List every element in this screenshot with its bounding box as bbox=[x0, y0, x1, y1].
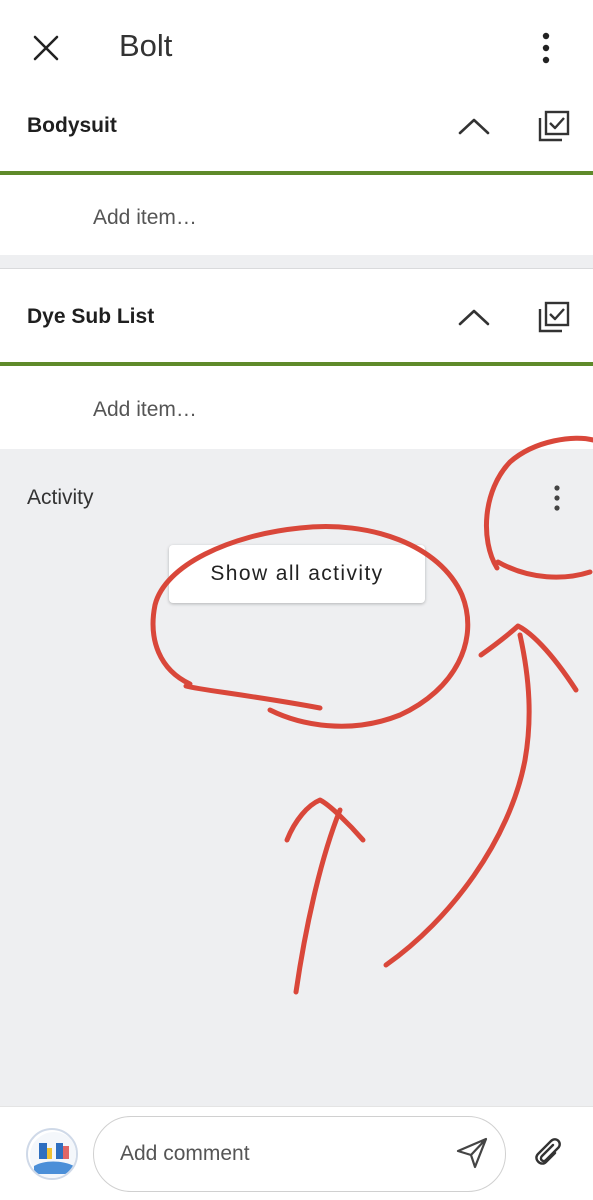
list-header-dye-sub: Dye Sub List bbox=[0, 269, 593, 361]
checklist-done-icon bbox=[538, 110, 570, 142]
chevron-up-icon bbox=[458, 118, 490, 135]
show-all-activity-button[interactable]: Show all activity bbox=[169, 545, 425, 603]
add-item-row[interactable]: Add item… bbox=[0, 366, 593, 449]
avatar[interactable] bbox=[26, 1128, 78, 1180]
send-comment-button[interactable] bbox=[450, 1131, 494, 1175]
checklist-done-icon bbox=[538, 301, 570, 333]
comment-input[interactable]: Add comment bbox=[93, 1116, 506, 1192]
send-icon bbox=[456, 1137, 488, 1169]
more-options-button[interactable] bbox=[522, 20, 570, 76]
list-separator bbox=[0, 255, 593, 268]
more-vert-icon bbox=[542, 32, 550, 64]
mark-list-done-button[interactable] bbox=[530, 293, 578, 341]
add-item-row[interactable]: Add item… bbox=[0, 175, 593, 255]
collapse-list-button[interactable] bbox=[450, 102, 498, 150]
list-header-bodysuit: Bodysuit bbox=[0, 94, 593, 170]
note-title: Bolt bbox=[119, 28, 173, 63]
mark-list-done-button[interactable] bbox=[530, 102, 578, 150]
top-app-bar: Bolt bbox=[0, 0, 593, 94]
chevron-up-icon bbox=[458, 309, 490, 326]
attach-button[interactable] bbox=[526, 1131, 570, 1175]
list-title: Dye Sub List bbox=[27, 305, 155, 328]
close-icon bbox=[33, 35, 59, 61]
attach-icon bbox=[535, 1138, 561, 1165]
collapse-list-button[interactable] bbox=[450, 293, 498, 341]
list-title: Bodysuit bbox=[27, 114, 117, 137]
activity-more-button[interactable] bbox=[537, 478, 577, 518]
more-vert-icon bbox=[554, 485, 560, 511]
close-button[interactable] bbox=[18, 20, 74, 76]
add-item-placeholder: Add item… bbox=[93, 398, 197, 421]
add-item-placeholder: Add item… bbox=[93, 206, 197, 229]
comment-placeholder: Add comment bbox=[120, 1142, 250, 1165]
activity-label: Activity bbox=[27, 486, 94, 509]
